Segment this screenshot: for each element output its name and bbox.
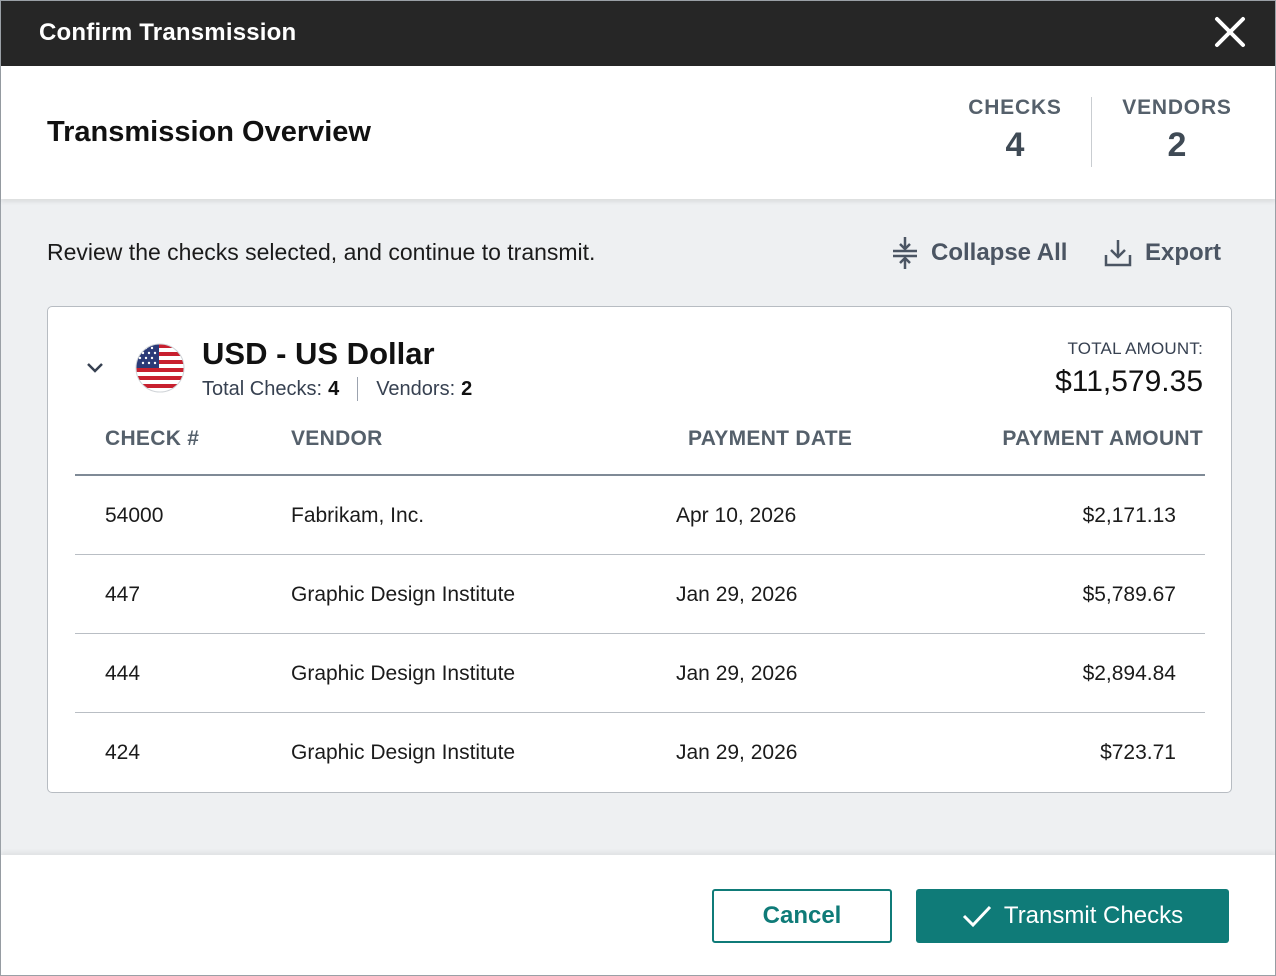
cell-check-number: 424	[105, 741, 141, 764]
total-checks-value: 4	[328, 377, 340, 400]
currency-meta: Total Checks: 4 Vendors: 2	[202, 377, 472, 401]
export-button[interactable]: Export	[1103, 235, 1221, 271]
review-instructions: Review the checks selected, and continue…	[47, 239, 596, 265]
transmit-checks-label: Transmit Checks	[1003, 902, 1184, 929]
cancel-button[interactable]: Cancel	[712, 889, 892, 943]
overview-title: Transmission Overview	[47, 116, 371, 148]
column-header-payment-amount: PAYMENT AMOUNT	[1002, 427, 1203, 450]
dialog-titlebar: Confirm Transmission	[1, 1, 1275, 66]
table-row: 444 Graphic Design Institute Jan 29, 202…	[75, 634, 1205, 713]
collapse-all-button[interactable]: Collapse All	[891, 235, 1067, 271]
download-icon	[1104, 240, 1132, 267]
collapse-icon	[893, 237, 917, 269]
export-label: Export	[1145, 239, 1222, 266]
cell-check-number: 54000	[105, 504, 164, 527]
overview-header: Transmission Overview CHECKS 4 VENDORS 2	[1, 66, 1275, 199]
cell-payment-amount: $2,171.13	[1082, 504, 1176, 527]
cell-payment-date: Jan 29, 2026	[676, 662, 798, 685]
confirm-transmission-dialog: Confirm Transmission Transmission Overvi…	[0, 0, 1276, 976]
cell-payment-amount: $5,789.67	[1082, 583, 1176, 606]
cell-payment-date: Jan 29, 2026	[676, 741, 798, 764]
column-header-payment-date: PAYMENT DATE	[688, 427, 853, 450]
total-amount-label: TOTAL AMOUNT:	[1067, 339, 1203, 358]
vendors-stat-label: VENDORS	[1122, 96, 1232, 119]
collapse-all-label: Collapse All	[931, 239, 1068, 266]
cell-payment-amount: $723.71	[1100, 741, 1176, 764]
us-flag-icon	[135, 343, 185, 393]
dialog-title: Confirm Transmission	[39, 19, 297, 46]
cell-payment-date: Jan 29, 2026	[676, 583, 798, 606]
cell-check-number: 447	[105, 583, 141, 606]
column-header-check: CHECK #	[105, 427, 200, 450]
currency-group-card: USD - US Dollar Total Checks: 4 Vendors:…	[47, 306, 1232, 793]
stat-divider	[1091, 97, 1092, 167]
checkmark-icon	[962, 905, 992, 928]
vendors-value: 2	[461, 377, 473, 400]
cell-vendor: Fabrikam, Inc.	[291, 504, 425, 527]
close-icon	[1215, 17, 1245, 47]
cell-check-number: 444	[105, 662, 141, 685]
transmit-checks-button[interactable]: Transmit Checks	[916, 889, 1229, 943]
meta-divider	[357, 377, 359, 401]
vendors-label: Vendors:	[376, 377, 456, 400]
cell-payment-amount: $2,894.84	[1082, 662, 1176, 685]
checks-stat-label: CHECKS	[968, 96, 1062, 119]
checks-stat: CHECKS 4	[961, 96, 1069, 165]
cell-payment-date: Apr 10, 2026	[676, 504, 797, 527]
vendors-stat: VENDORS 2	[1113, 96, 1241, 165]
cell-vendor: Graphic Design Institute	[291, 662, 516, 685]
vendors-stat-value: 2	[1167, 126, 1187, 164]
table-row: 424 Graphic Design Institute Jan 29, 202…	[75, 713, 1205, 792]
total-amount-value: $11,579.35	[1055, 365, 1203, 398]
column-header-vendor: VENDOR	[291, 427, 383, 450]
table-row: 447 Graphic Design Institute Jan 29, 202…	[75, 555, 1205, 634]
cell-vendor: Graphic Design Institute	[291, 741, 516, 764]
close-button[interactable]	[1213, 15, 1247, 49]
table-row: 54000 Fabrikam, Inc. Apr 10, 2026 $2,171…	[75, 476, 1205, 555]
dialog-footer: Cancel Transmit Checks	[1, 855, 1275, 975]
cell-vendor: Graphic Design Institute	[291, 583, 516, 606]
total-checks-label: Total Checks:	[202, 377, 323, 400]
currency-name: USD - US Dollar	[202, 336, 435, 371]
checks-stat-value: 4	[1005, 126, 1025, 164]
chevron-down-icon[interactable]	[84, 357, 106, 379]
